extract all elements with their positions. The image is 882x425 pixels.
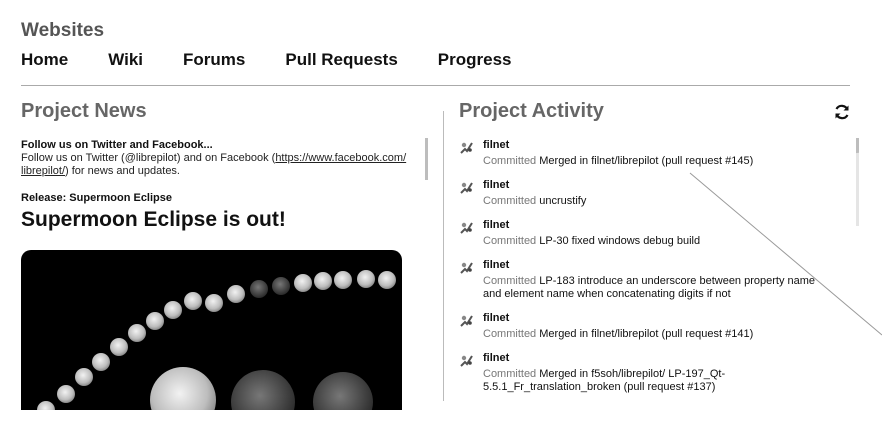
activity-content: filnet Committed Merged in filnet/librep… [483, 311, 833, 341]
activity-content: filnet Committed uncrustify [483, 178, 833, 208]
activity-user[interactable]: filnet [483, 139, 833, 152]
activity-message[interactable]: Merged in filnet/librepilot (pull reques… [539, 328, 753, 340]
nav-divider [21, 85, 850, 86]
activity-content: filnet Committed Merged in filnet/librep… [483, 138, 833, 168]
activity-content: filnet Committed Merged in f5soh/librepi… [483, 351, 833, 394]
refresh-icon[interactable] [833, 103, 851, 121]
activity-desc: Committed uncrustify [483, 195, 833, 208]
commit-icon [459, 220, 474, 235]
news-item-text: Follow us on Twitter (@librepilot) and o… [21, 152, 413, 178]
activity-verb: Committed [483, 275, 537, 287]
activity-verb: Committed [483, 368, 537, 380]
activity-item[interactable]: filnet Committed uncrustify [459, 178, 854, 208]
activity-title: Project Activity [459, 100, 604, 122]
news-item-heading[interactable]: Follow us on Twitter and Facebook... [21, 139, 416, 151]
activity-verb: Committed [483, 328, 537, 340]
eclipse-photo [21, 250, 402, 410]
activity-user[interactable]: filnet [483, 219, 833, 232]
commit-icon [459, 353, 474, 368]
commit-icon [459, 180, 474, 195]
project-activity: Project Activity [459, 100, 849, 123]
activity-desc: Committed Merged in f5soh/librepilot/ LP… [483, 368, 833, 394]
site-title: Websites [21, 20, 105, 41]
news-scrollbar[interactable] [425, 138, 428, 180]
activity-user[interactable]: filnet [483, 259, 833, 272]
activity-user[interactable]: filnet [483, 312, 833, 325]
news-text-after: ) for news and updates. [65, 165, 180, 177]
news-title: Project News [21, 100, 147, 122]
nav-forums[interactable]: Forums [183, 50, 245, 70]
commit-icon [459, 260, 474, 275]
activity-message[interactable]: uncrustify [539, 195, 586, 207]
activity-content: filnet Committed LP-183 introduce an und… [483, 258, 833, 301]
activity-list: filnet Committed Merged in filnet/librep… [459, 138, 854, 400]
eclipse-image [37, 270, 396, 410]
activity-verb: Committed [483, 195, 537, 207]
activity-user[interactable]: filnet [483, 352, 833, 365]
nav-pull-requests[interactable]: Pull Requests [285, 50, 397, 70]
column-divider [443, 111, 444, 401]
news-text-before: Follow us on Twitter (@librepilot) and o… [21, 152, 276, 164]
activity-desc: Committed Merged in filnet/librepilot (p… [483, 155, 833, 168]
activity-item[interactable]: filnet Committed Merged in filnet/librep… [459, 311, 854, 341]
activity-item[interactable]: filnet Committed LP-183 introduce an und… [459, 258, 854, 301]
activity-message[interactable]: LP-30 fixed windows debug build [539, 235, 700, 247]
activity-message[interactable]: Merged in filnet/librepilot (pull reques… [539, 155, 753, 167]
nav-home[interactable]: Home [21, 50, 68, 70]
activity-scrollbar[interactable] [856, 138, 859, 226]
project-news: Project News Follow us on Twitter and Fa… [21, 100, 416, 232]
activity-desc: Committed Merged in filnet/librepilot (p… [483, 328, 833, 341]
commit-icon [459, 140, 474, 155]
activity-desc: Committed LP-183 introduce an underscore… [483, 275, 833, 301]
activity-content: filnet Committed LP-30 fixed windows deb… [483, 218, 833, 248]
commit-icon [459, 313, 474, 328]
activity-item[interactable]: filnet Committed Merged in f5soh/librepi… [459, 351, 854, 394]
release-label[interactable]: Release: Supermoon Eclipse [21, 192, 416, 204]
activity-verb: Committed [483, 155, 537, 167]
activity-item[interactable]: filnet Committed LP-30 fixed windows deb… [459, 218, 854, 248]
main-nav: Home Wiki Forums Pull Requests Progress [21, 50, 552, 70]
activity-item[interactable]: filnet Committed Merged in filnet/librep… [459, 138, 854, 168]
activity-user[interactable]: filnet [483, 179, 833, 192]
nav-wiki[interactable]: Wiki [108, 50, 143, 70]
nav-progress[interactable]: Progress [438, 50, 512, 70]
release-title: Supermoon Eclipse is out! [21, 208, 286, 231]
activity-verb: Committed [483, 235, 537, 247]
activity-desc: Committed LP-30 fixed windows debug buil… [483, 235, 833, 248]
